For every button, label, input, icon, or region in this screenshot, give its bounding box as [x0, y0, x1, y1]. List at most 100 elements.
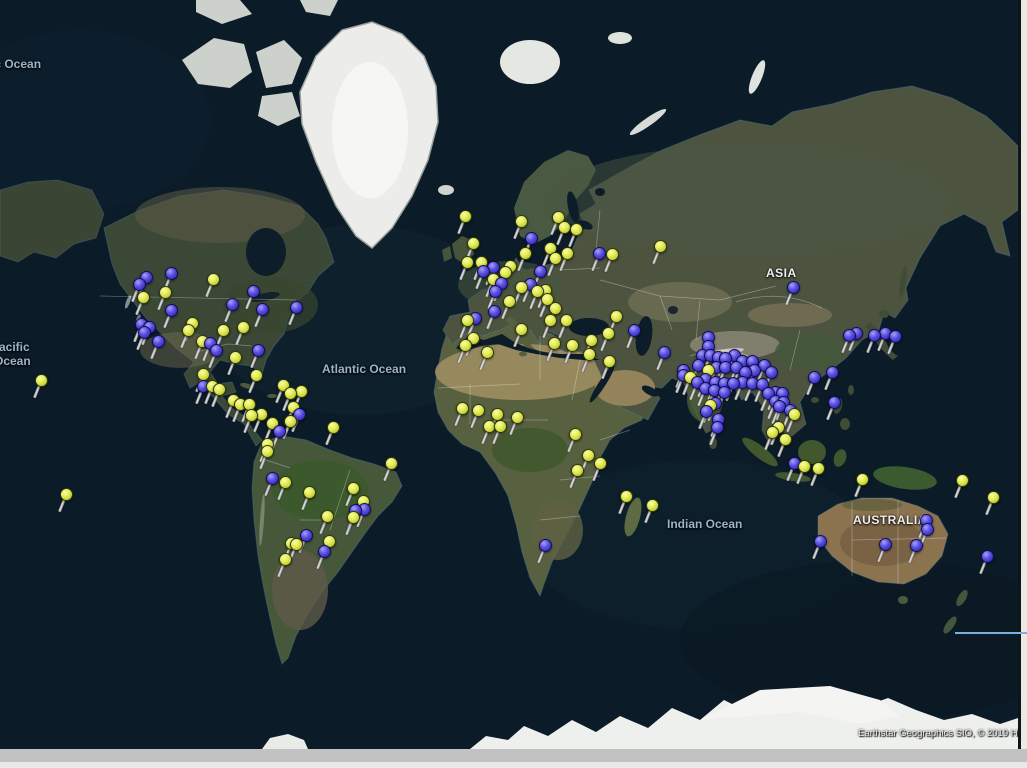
- pin-head: [207, 273, 220, 286]
- pin-head: [284, 415, 297, 428]
- pin-head: [347, 511, 360, 524]
- selection-line: [955, 632, 1027, 634]
- pin-head: [558, 221, 571, 234]
- pin-head: [808, 371, 821, 384]
- pin-head: [711, 421, 724, 434]
- pin-head: [456, 402, 469, 415]
- pin-head: [137, 291, 150, 304]
- pin-head: [571, 464, 584, 477]
- pin-head: [787, 281, 800, 294]
- pin-head: [472, 404, 485, 417]
- pin-head: [494, 420, 507, 433]
- pin-head: [245, 409, 258, 422]
- pin-head: [987, 491, 1000, 504]
- pin-head: [718, 386, 731, 399]
- pin-head: [593, 247, 606, 260]
- pin-head: [60, 488, 73, 501]
- pin-head: [594, 457, 607, 470]
- pin-head: [229, 351, 242, 364]
- pin-head: [461, 256, 474, 269]
- pin-head: [213, 383, 226, 396]
- pin-head: [290, 538, 303, 551]
- horizontal-scrollbar[interactable]: [0, 749, 1027, 762]
- pin-head: [519, 247, 532, 260]
- pin-head: [303, 486, 316, 499]
- pin-head: [515, 215, 528, 228]
- pin-head: [226, 298, 239, 311]
- pin-head: [956, 474, 969, 487]
- pin-head: [981, 550, 994, 563]
- pin-head: [261, 445, 274, 458]
- pin-head: [566, 339, 579, 352]
- right-panel-edge: [1021, 0, 1027, 749]
- pin-head: [606, 248, 619, 261]
- pin-head: [610, 310, 623, 323]
- pin-head: [879, 538, 892, 551]
- map-attribution: Earthstar Geographics SIO, © 2019 HER: [858, 728, 1018, 739]
- pin-head: [247, 285, 260, 298]
- pin-head: [347, 482, 360, 495]
- pin-head: [256, 303, 269, 316]
- pin-head: [250, 369, 263, 382]
- pin-head: [620, 490, 633, 503]
- pin-head: [152, 335, 165, 348]
- pin-head: [921, 523, 934, 536]
- pin-head: [165, 304, 178, 317]
- pin-head: [658, 346, 671, 359]
- pin-head: [511, 411, 524, 424]
- pin-head: [273, 425, 286, 438]
- pin-head: [459, 339, 472, 352]
- pin-head: [290, 301, 303, 314]
- pin-head: [889, 330, 902, 343]
- pin-head: [165, 267, 178, 280]
- pin-head: [798, 460, 811, 473]
- pin-head: [700, 405, 713, 418]
- pin-head: [585, 334, 598, 347]
- pin-head: [583, 348, 596, 361]
- pin-head: [549, 302, 562, 315]
- pin-head: [539, 539, 552, 552]
- pin-head: [459, 210, 472, 223]
- map-canvas[interactable]: Arctic Ocean Pacific Ocean Atlantic Ocea…: [0, 0, 1018, 749]
- pin-head: [570, 223, 583, 236]
- pin-head: [603, 355, 616, 368]
- pin-head: [654, 240, 667, 253]
- pin-head: [515, 281, 528, 294]
- pin-head: [548, 337, 561, 350]
- pin-head: [779, 433, 792, 446]
- pin-head: [826, 366, 839, 379]
- pin-head: [210, 344, 223, 357]
- pin-head: [217, 324, 230, 337]
- screenshot-root: Arctic Ocean Pacific Ocean Atlantic Ocea…: [0, 0, 1027, 768]
- pin-head: [491, 408, 504, 421]
- pin-head: [534, 265, 547, 278]
- pin-head: [628, 324, 641, 337]
- pin-head: [327, 421, 340, 434]
- pin-head: [569, 428, 582, 441]
- pin-head: [35, 374, 48, 387]
- bottom-strip: [0, 762, 1027, 768]
- pin-head: [828, 396, 841, 409]
- pin-head: [321, 510, 334, 523]
- pin-head: [467, 237, 480, 250]
- pin-head: [266, 472, 279, 485]
- pin-head: [133, 278, 146, 291]
- pin-head: [788, 408, 801, 421]
- pin-head: [279, 476, 292, 489]
- pin-head: [461, 314, 474, 327]
- pin-head: [237, 321, 250, 334]
- pin-head: [318, 545, 331, 558]
- pin-head: [582, 449, 595, 462]
- pin-head: [646, 499, 659, 512]
- pin-head: [549, 252, 562, 265]
- pin-head: [812, 462, 825, 475]
- pin-head: [910, 539, 923, 552]
- pin-head: [561, 247, 574, 260]
- pin-head: [766, 426, 779, 439]
- pin-head: [856, 473, 869, 486]
- pin-head: [765, 366, 778, 379]
- pin-head: [843, 329, 856, 342]
- pin-head: [159, 286, 172, 299]
- pin-head: [252, 344, 265, 357]
- pin-head: [544, 314, 557, 327]
